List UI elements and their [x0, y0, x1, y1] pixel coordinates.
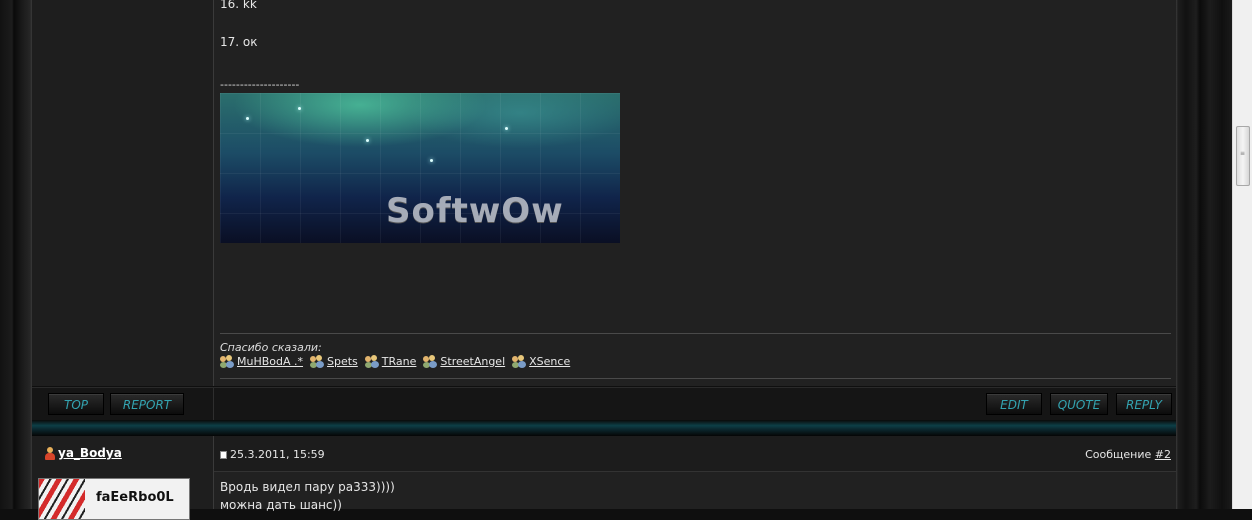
message-number-link[interactable]: #2 [1155, 448, 1171, 461]
thanks-user-name: MuHBodA .* [237, 355, 304, 368]
users-icon [310, 355, 325, 368]
thanks-user-link[interactable]: MuHBodA .* [220, 355, 303, 368]
reply-button[interactable]: REPLY [1116, 393, 1172, 415]
thanks-user-link[interactable]: TRane [364, 355, 417, 368]
divider [220, 378, 1171, 379]
users-icon [220, 355, 235, 368]
users-icon [364, 355, 380, 368]
post2-content: Вродь видел пару ра333)))) можна дать ша… [214, 472, 1176, 512]
post1-action-bar: TOP REPORT EDIT QUOTE REPLY [32, 387, 1176, 421]
avatar-stripes [39, 479, 85, 519]
vertical-scrollbar[interactable]: ≡ [1232, 0, 1252, 509]
message-number: Сообщение #2 [1085, 448, 1171, 461]
thanks-list: MuHBodA .* Spets TRane StreetAngel XSenc… [220, 355, 570, 368]
post1-author-column [32, 0, 214, 386]
signature-separator: -------------------- [220, 78, 300, 91]
thanks-user-link[interactable]: XSence [512, 355, 570, 368]
post-icon [220, 450, 227, 459]
scrollbar-thumb[interactable]: ≡ [1236, 126, 1250, 186]
avatar-text: faEeRbo0L [96, 490, 174, 505]
right-frame-border [1176, 0, 1232, 509]
signature-banner-image: SoftwOw [220, 93, 620, 243]
thanks-user-name: TRane [381, 355, 417, 368]
post-date-text: 25.3.2011, 15:59 [230, 448, 325, 461]
avatar: faEeRbo0L [38, 478, 190, 520]
users-icon [423, 355, 438, 368]
divider [213, 388, 214, 421]
post-date: 25.3.2011, 15:59 [220, 448, 325, 461]
post1-content: 16. kk 17. ок -------------------- Softw… [214, 0, 1176, 386]
report-button[interactable]: REPORT [110, 393, 184, 415]
thanks-user-name: StreetAngel [440, 355, 506, 368]
users-icon [512, 355, 527, 368]
post2-author-column: ya_Bodya faEeRbo0L [32, 436, 214, 520]
user-icon [44, 446, 56, 460]
quote-button[interactable]: QUOTE [1050, 393, 1108, 415]
banner-star [298, 107, 301, 110]
edit-button[interactable]: EDIT [986, 393, 1042, 415]
divider [220, 333, 1171, 334]
thanks-user-name: Spets [327, 355, 358, 368]
banner-star [366, 139, 369, 142]
banner-star [505, 127, 508, 130]
scroll-grip-icon: ≡ [1240, 150, 1246, 157]
post2-header: 25.3.2011, 15:59 Сообщение #2 [214, 436, 1176, 472]
thanks-user-link[interactable]: Spets [310, 355, 358, 368]
post-line: можна дать шанс)) [220, 498, 342, 512]
post-separator-bar [32, 420, 1176, 436]
post-line: Вродь видел пару ра333)))) [220, 480, 395, 494]
thanks-user-link[interactable]: StreetAngel [423, 355, 505, 368]
author-name: ya_Bodya [58, 446, 122, 460]
top-button[interactable]: TOP [48, 393, 104, 415]
author-link[interactable]: ya_Bodya [44, 446, 122, 460]
banner-star [430, 159, 433, 162]
message-label: Сообщение [1085, 448, 1152, 461]
left-frame-border [0, 0, 32, 509]
thanks-user-name: XSence [529, 355, 571, 368]
banner-star [246, 117, 249, 120]
post-line: 17. ок [220, 35, 258, 49]
post-line: 16. kk [220, 0, 257, 11]
banner-logo-text: SoftwOw [386, 191, 564, 231]
thanks-label: Спасибо сказали: [220, 341, 322, 354]
